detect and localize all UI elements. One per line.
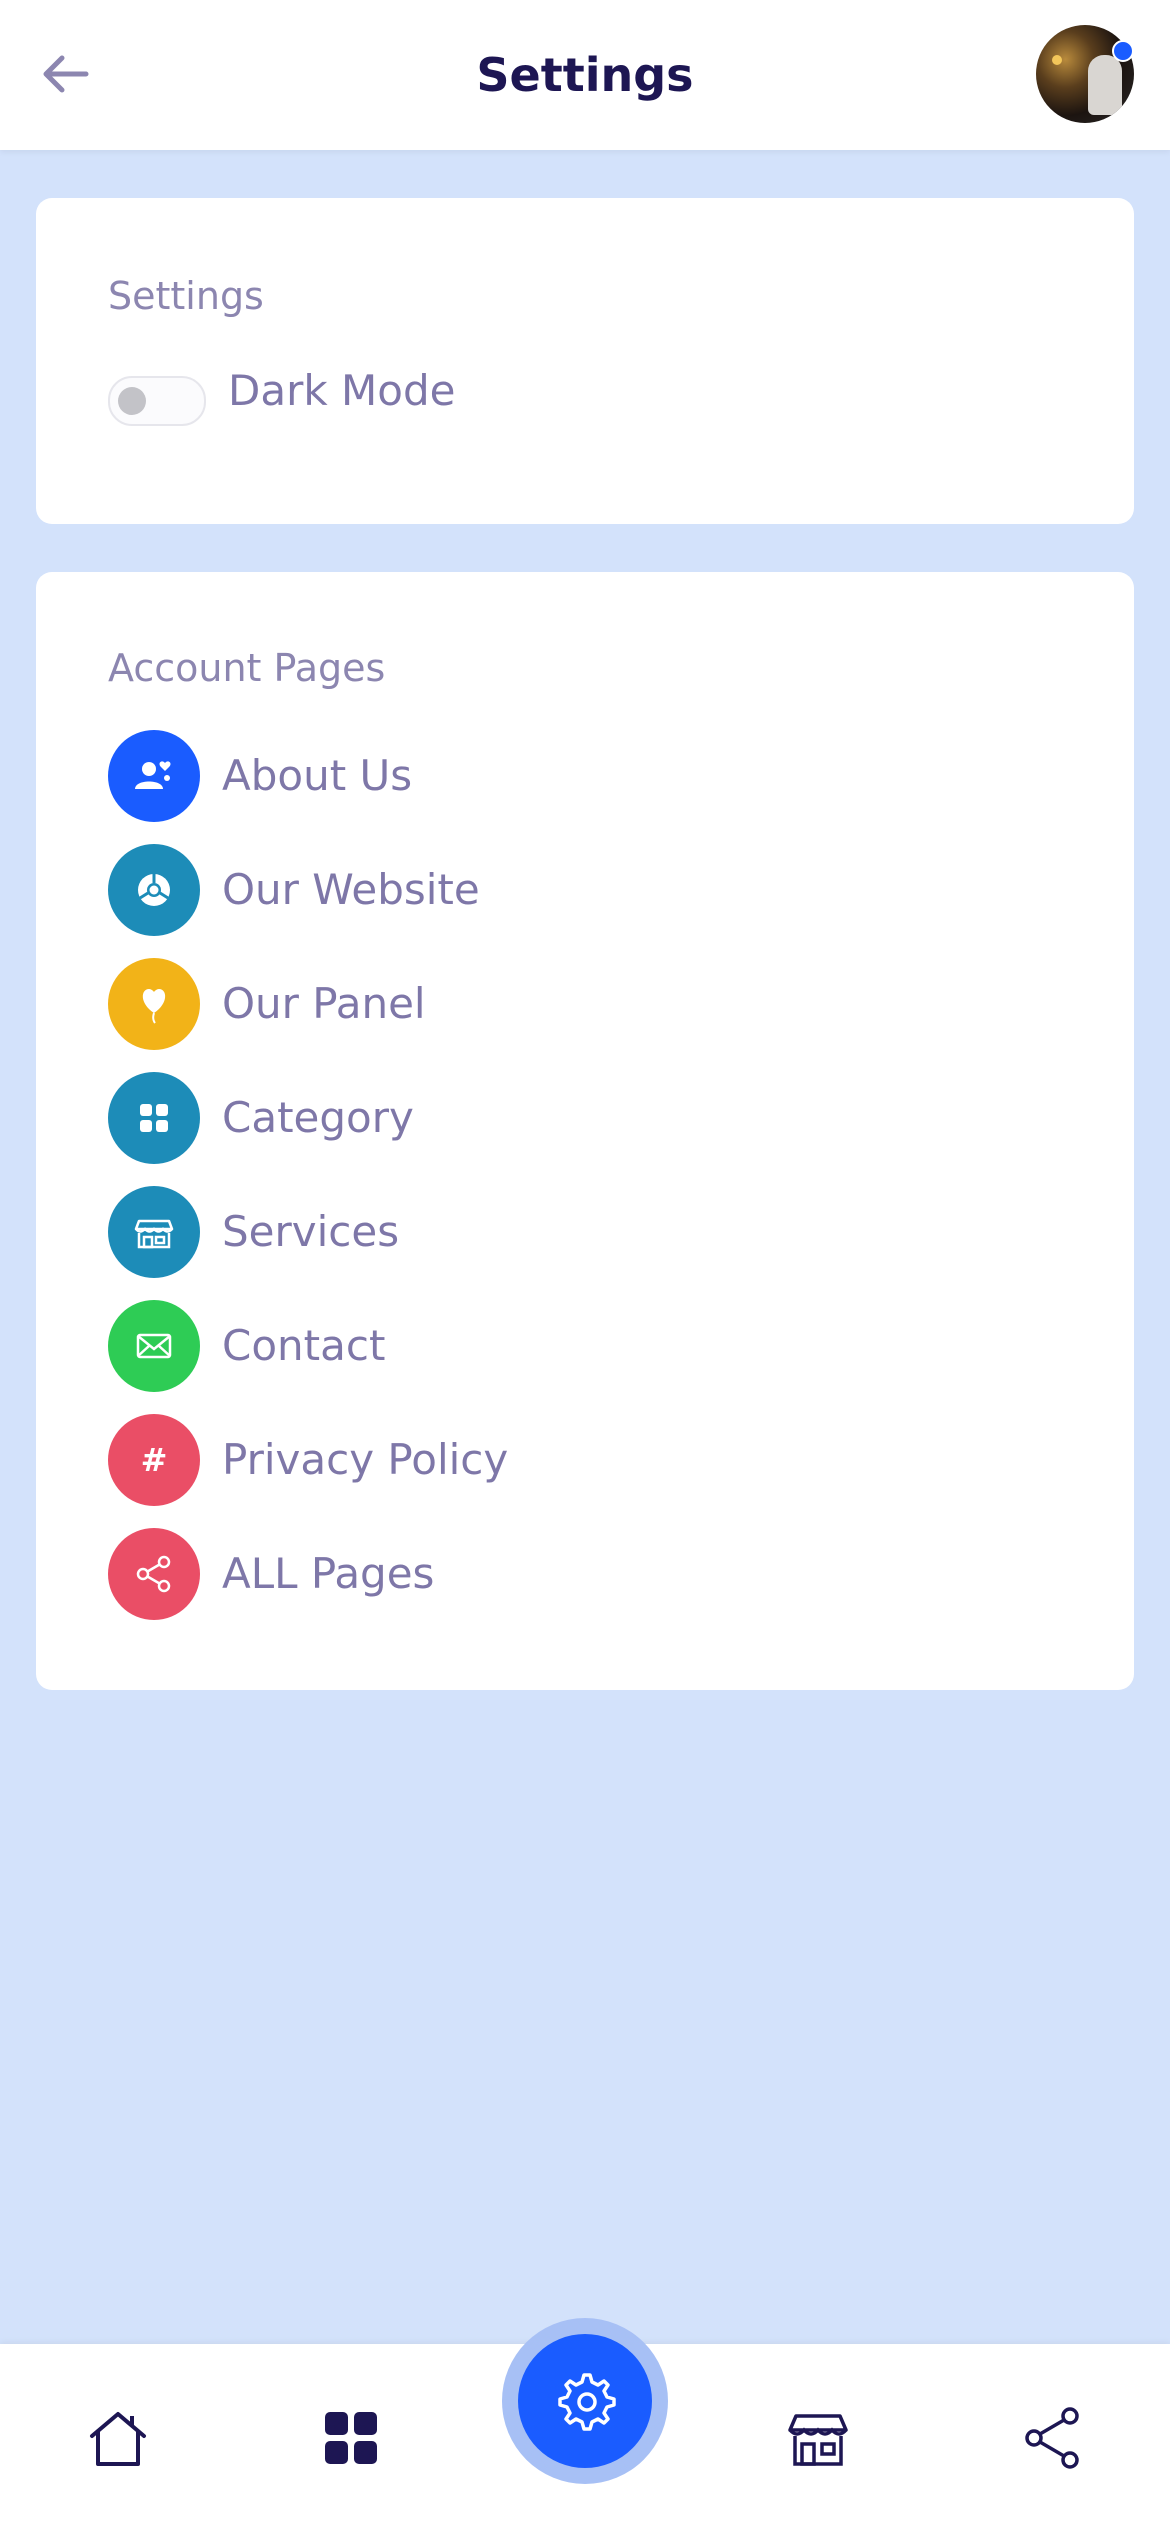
hash-icon: # [108, 1414, 200, 1506]
users-heart-icon [108, 730, 200, 822]
heart-balloon-icon [108, 958, 200, 1050]
share-icon [108, 1528, 200, 1620]
menu-item-label: Our Panel [222, 979, 426, 1028]
nav-store-button[interactable] [782, 2402, 854, 2474]
online-status-dot [1112, 40, 1134, 62]
menu-item-our-panel[interactable]: Our Panel [108, 958, 808, 1050]
menu-item-services[interactable]: Services [108, 1186, 808, 1278]
menu-item-label: Category [222, 1093, 414, 1142]
menu-item-contact[interactable]: Contact [108, 1300, 808, 1392]
menu-item-label: About Us [222, 751, 413, 800]
share-icon [1025, 2407, 1079, 2469]
menu-item-label: Contact [222, 1321, 386, 1370]
app-header: Settings [0, 0, 1170, 150]
storefront-icon [788, 2414, 848, 2466]
toggle-knob [118, 387, 146, 415]
envelope-icon [108, 1300, 200, 1392]
storefront-icon [108, 1186, 200, 1278]
account-pages-card: Account Pages About Us Our Website Our P… [36, 572, 1134, 1690]
grid-icon [325, 2412, 377, 2464]
menu-item-label: ALL Pages [222, 1549, 435, 1598]
nav-share-button[interactable] [1018, 2402, 1090, 2474]
account-pages-title: Account Pages [108, 646, 386, 690]
grid-icon [108, 1072, 200, 1164]
menu-item-label: Our Website [222, 865, 480, 914]
settings-section-title: Settings [108, 274, 264, 318]
chrome-icon [108, 844, 200, 936]
settings-card: Settings Dark Mode [36, 198, 1134, 524]
menu-item-privacy-policy[interactable]: # Privacy Policy [108, 1414, 808, 1506]
menu-item-category[interactable]: Category [108, 1072, 808, 1164]
page-title: Settings [476, 48, 694, 102]
menu-item-label: Privacy Policy [222, 1435, 509, 1484]
nav-grid-button[interactable] [315, 2402, 387, 2474]
menu-item-our-website[interactable]: Our Website [108, 844, 808, 936]
dark-mode-toggle[interactable] [108, 376, 206, 426]
dark-mode-label: Dark Mode [228, 366, 456, 415]
gear-icon [558, 2373, 616, 2431]
menu-item-label: Services [222, 1207, 400, 1256]
nav-home-button[interactable] [82, 2402, 154, 2474]
nav-settings-button[interactable] [518, 2334, 652, 2468]
menu-item-about-us[interactable]: About Us [108, 730, 808, 822]
menu-item-all-pages[interactable]: ALL Pages [108, 1528, 808, 1620]
home-icon [90, 2412, 146, 2466]
